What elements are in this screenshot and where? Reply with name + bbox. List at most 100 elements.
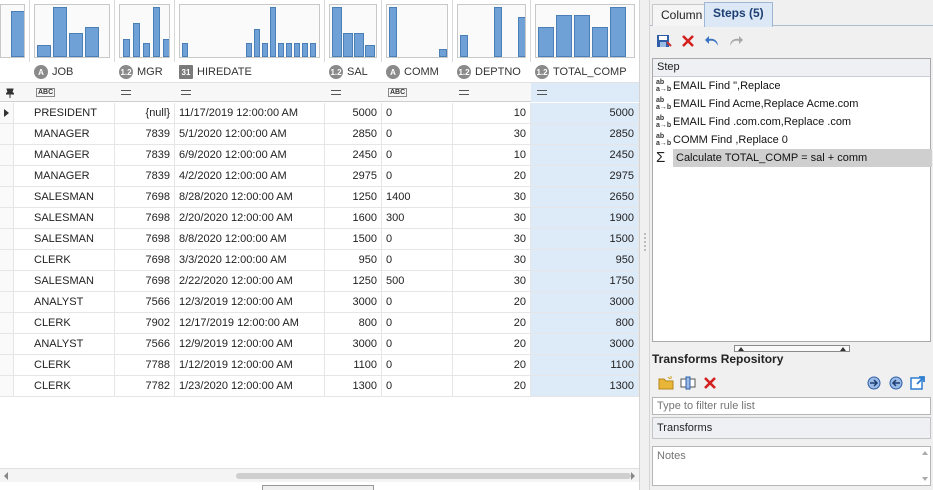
column-header-total-comp[interactable]: 1.2 TOTAL_COMP <box>531 62 639 82</box>
cell-comm[interactable]: 0 <box>382 103 453 123</box>
table-row[interactable]: ANALYST 7566 12/9/2019 12:00:00 AM 3000 0 20 3… <box>0 334 639 355</box>
cell-comm[interactable]: 0 <box>382 355 453 375</box>
tab-steps[interactable]: Steps (5) <box>704 2 773 27</box>
cell-total-comp[interactable]: 1300 <box>531 376 639 396</box>
column-header-deptno[interactable]: 1.2 DEPTNO <box>453 62 531 82</box>
cell-mgr[interactable]: 7839 <box>115 124 175 144</box>
cell-mgr[interactable]: 7839 <box>115 166 175 186</box>
row-indicator[interactable] <box>0 124 14 144</box>
filter-deptno[interactable] <box>453 83 531 102</box>
cell-hiredate[interactable]: 12/9/2019 12:00:00 AM <box>175 334 325 354</box>
filter-job[interactable]: ABC <box>30 83 115 102</box>
cell-sal[interactable]: 3000 <box>325 334 382 354</box>
row-indicator[interactable] <box>0 166 14 186</box>
cell-deptno[interactable]: 20 <box>453 313 531 333</box>
row-indicator[interactable] <box>0 229 14 249</box>
cell-hiredate[interactable]: 5/1/2020 12:00:00 AM <box>175 124 325 144</box>
cell-job[interactable]: MANAGER <box>30 124 115 144</box>
cell-job[interactable]: MANAGER <box>30 166 115 186</box>
export-icon[interactable] <box>886 373 906 393</box>
row-indicator[interactable] <box>0 313 14 333</box>
collapse-up-icon[interactable] <box>738 347 744 351</box>
cell-mgr[interactable]: 7698 <box>115 208 175 228</box>
cell-total-comp[interactable]: 800 <box>531 313 639 333</box>
cell-hiredate[interactable]: 2/20/2020 12:00:00 AM <box>175 208 325 228</box>
cell-mgr[interactable]: 7782 <box>115 376 175 396</box>
cell-mgr[interactable]: 7698 <box>115 271 175 291</box>
table-row[interactable]: SALESMAN 7698 8/8/2020 12:00:00 AM 1500 0 30 1… <box>0 229 639 250</box>
cell-comm[interactable]: 0 <box>382 166 453 186</box>
cell-comm[interactable]: 0 <box>382 292 453 312</box>
column-header-job[interactable]: A JOB <box>30 62 115 82</box>
bottom-splitter-handle[interactable] <box>262 485 374 490</box>
row-indicator[interactable] <box>0 145 14 165</box>
open-folder-icon[interactable] <box>656 373 676 393</box>
cell-total-comp[interactable]: 3000 <box>531 292 639 312</box>
table-row[interactable]: CLERK 7902 12/17/2019 12:00:00 AM 800 0 20 800 <box>0 313 639 334</box>
cell-job[interactable]: CLERK <box>30 376 115 396</box>
cell-mgr[interactable]: 7902 <box>115 313 175 333</box>
cell-mgr[interactable]: 7698 <box>115 229 175 249</box>
cell-sal[interactable]: 1250 <box>325 187 382 207</box>
tab-column[interactable]: Column <box>652 4 712 26</box>
redo-icon[interactable] <box>726 31 746 51</box>
cell-deptno[interactable]: 30 <box>453 208 531 228</box>
table-row[interactable]: MANAGER 7839 6/9/2020 12:00:00 AM 2450 0 10 24… <box>0 145 639 166</box>
step-item[interactable]: ab a→b EMAIL Find Acme,Replace Acme.com <box>653 95 930 113</box>
row-indicator[interactable] <box>0 187 14 207</box>
table-row[interactable]: MANAGER 7839 4/2/2020 12:00:00 AM 2975 0 20 29… <box>0 166 639 187</box>
cell-comm[interactable]: 0 <box>382 334 453 354</box>
cell-total-comp[interactable]: 950 <box>531 250 639 270</box>
horizontal-scrollbar[interactable] <box>0 468 639 482</box>
cell-deptno[interactable]: 30 <box>453 124 531 144</box>
cell-total-comp[interactable]: 2450 <box>531 145 639 165</box>
cell-job[interactable]: CLERK <box>30 250 115 270</box>
cell-mgr[interactable]: 7566 <box>115 292 175 312</box>
notes-scrollbar[interactable] <box>920 449 930 483</box>
cell-hiredate[interactable]: 11/17/2019 12:00:00 AM <box>175 103 325 123</box>
undo-icon[interactable] <box>702 31 722 51</box>
cell-hiredate[interactable]: 2/22/2020 12:00:00 AM <box>175 271 325 291</box>
cell-sal[interactable]: 950 <box>325 250 382 270</box>
cell-total-comp[interactable]: 1750 <box>531 271 639 291</box>
steps-splitter-handle[interactable] <box>734 345 850 352</box>
row-indicator[interactable] <box>0 250 14 270</box>
pin-icon[interactable] <box>0 83 30 102</box>
cell-deptno[interactable]: 10 <box>453 145 531 165</box>
scroll-right-icon[interactable] <box>631 472 635 480</box>
cell-deptno[interactable]: 30 <box>453 187 531 207</box>
cell-hiredate[interactable]: 6/9/2020 12:00:00 AM <box>175 145 325 165</box>
pane-splitter[interactable] <box>639 0 650 490</box>
cell-deptno[interactable]: 20 <box>453 166 531 186</box>
cell-mgr[interactable]: 7698 <box>115 187 175 207</box>
cell-sal[interactable]: 2450 <box>325 145 382 165</box>
cell-total-comp[interactable]: 1100 <box>531 355 639 375</box>
edit-rule-icon[interactable] <box>678 373 698 393</box>
filter-comm[interactable]: ABC <box>382 83 453 102</box>
filter-hiredate[interactable] <box>175 83 325 102</box>
cell-deptno[interactable]: 20 <box>453 355 531 375</box>
step-item[interactable]: ab a→b EMAIL Find .com.com,Replace .com <box>653 113 930 131</box>
cell-job[interactable]: CLERK <box>30 355 115 375</box>
row-indicator[interactable] <box>0 271 14 291</box>
row-indicator[interactable] <box>0 334 14 354</box>
table-row[interactable]: SALESMAN 7698 2/22/2020 12:00:00 AM 1250 500… <box>0 271 639 292</box>
cell-sal[interactable]: 1500 <box>325 229 382 249</box>
cell-total-comp[interactable]: 1500 <box>531 229 639 249</box>
cell-mgr[interactable]: {null} <box>115 103 175 123</box>
cell-sal[interactable]: 1100 <box>325 355 382 375</box>
cell-hiredate[interactable]: 1/23/2020 12:00:00 AM <box>175 376 325 396</box>
cell-hiredate[interactable]: 1/12/2019 12:00:00 AM <box>175 355 325 375</box>
column-header-comm[interactable]: A COMM <box>382 62 453 82</box>
cell-mgr[interactable]: 7839 <box>115 145 175 165</box>
cell-hiredate[interactable]: 4/2/2020 12:00:00 AM <box>175 166 325 186</box>
open-external-icon[interactable] <box>908 373 928 393</box>
scroll-down-icon[interactable] <box>922 477 928 481</box>
collapse-up-icon[interactable] <box>840 347 846 351</box>
cell-comm[interactable]: 0 <box>382 229 453 249</box>
cell-job[interactable]: ANALYST <box>30 334 115 354</box>
cell-sal[interactable]: 2850 <box>325 124 382 144</box>
delete-icon[interactable] <box>678 31 698 51</box>
column-header-mgr[interactable]: 1.2 MGR <box>115 62 175 82</box>
cell-mgr[interactable]: 7566 <box>115 334 175 354</box>
